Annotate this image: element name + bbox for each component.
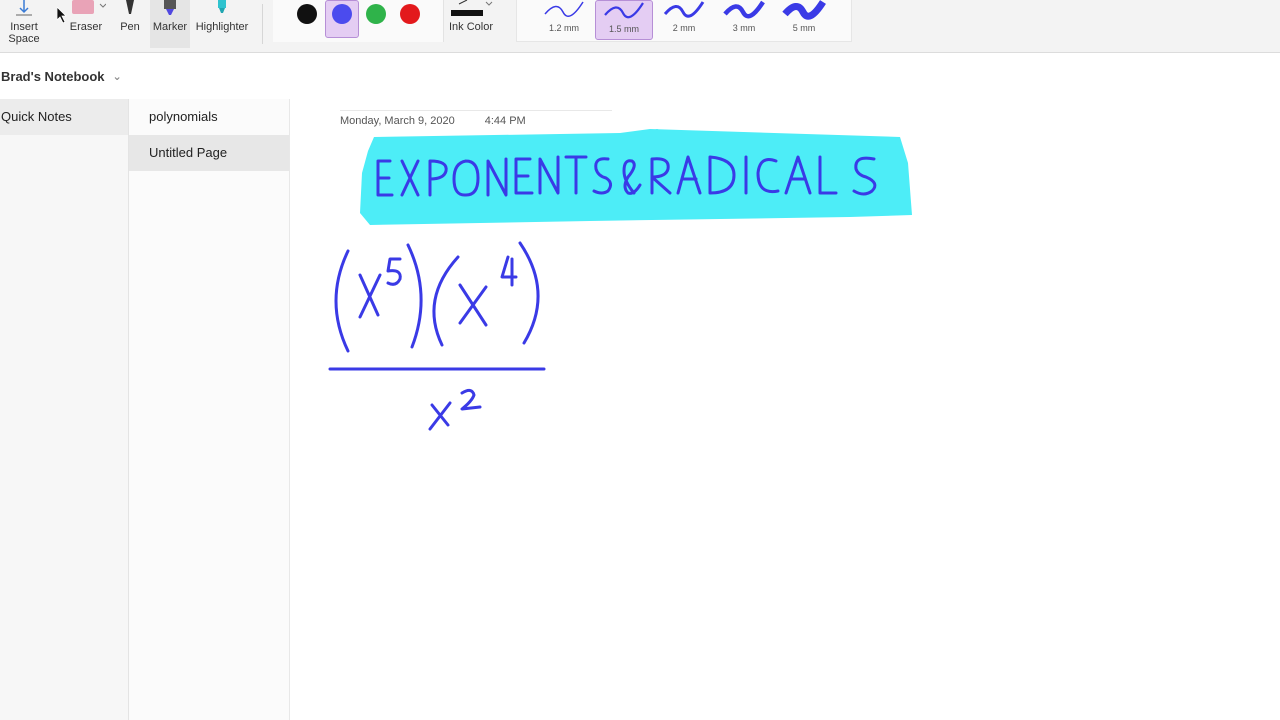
page-item-polynomials[interactable]: polynomials	[129, 99, 289, 135]
size-option-2mm[interactable]: 2 mm	[655, 0, 713, 40]
ink-color-icon	[451, 0, 493, 16]
highlighter-label: Highlighter	[195, 21, 249, 33]
insert-space-label: Insert Space	[8, 21, 40, 45]
section-item-quick-notes[interactable]: Quick Notes	[0, 99, 128, 135]
ink-color-tool[interactable]: Ink Color	[448, 0, 494, 48]
stroke-sample-icon	[663, 1, 705, 18]
ribbon-toolbar: Insert Space Eraser Pen Marker Highlight…	[0, 0, 1280, 53]
highlighter-tool[interactable]: Highlighter	[193, 0, 251, 48]
ink-drawing-layer	[328, 129, 912, 431]
size-label: 2 mm	[672, 23, 696, 33]
color-swatch-green[interactable]	[366, 4, 386, 24]
pen-tool[interactable]: Pen	[114, 0, 146, 48]
pen-size-picker: 1.2 mm 1.5 mm 2 mm 3 mm 5 mm	[516, 0, 852, 42]
color-swatch-black[interactable]	[297, 4, 317, 24]
toolbar-divider	[262, 4, 263, 44]
marker-label: Marker	[152, 21, 188, 33]
note-canvas[interactable]: Monday, March 9, 2020 4:44 PM	[290, 53, 1280, 720]
notebook-selector[interactable]: Brad's Notebook ⌄	[0, 62, 288, 90]
stroke-sample-icon	[723, 0, 765, 19]
pen-icon	[126, 0, 134, 14]
page-item-untitled-page[interactable]: Untitled Page	[129, 135, 289, 171]
size-option-3mm[interactable]: 3 mm	[715, 0, 773, 40]
stroke-sample-icon	[544, 1, 584, 17]
size-label: 1.5 mm	[608, 24, 639, 34]
marker-tool[interactable]: Marker	[150, 0, 190, 48]
page-list: polynomials Untitled Page	[129, 99, 290, 720]
size-label: 3 mm	[732, 23, 756, 33]
marker-icon	[164, 0, 176, 15]
color-swatch-blue[interactable]	[332, 4, 352, 24]
eraser-label: Eraser	[69, 21, 103, 33]
eraser-tool[interactable]: Eraser	[64, 0, 108, 48]
size-option-5mm[interactable]: 5 mm	[775, 0, 833, 40]
color-swatches	[273, 0, 444, 42]
stroke-sample-icon	[782, 0, 826, 20]
stroke-sample-icon	[604, 2, 644, 19]
color-swatch-red[interactable]	[400, 4, 420, 24]
highlighter-icon	[218, 0, 226, 13]
size-option-1-2mm[interactable]: 1.2 mm	[535, 0, 593, 40]
size-label: 5 mm	[792, 23, 816, 33]
chevron-down-icon: ⌄	[112, 70, 122, 83]
ink-expression-x5-x4-over-x2	[328, 241, 546, 431]
size-label: 1.2 mm	[548, 23, 579, 33]
eraser-icon	[72, 0, 106, 14]
mouse-cursor-icon	[57, 7, 67, 23]
insert-space-icon	[16, 0, 32, 16]
pen-label: Pen	[120, 21, 140, 33]
section-list: Quick Notes	[0, 99, 129, 720]
insert-space-tool[interactable]: Insert Space	[0, 0, 48, 48]
ink-color-label: Ink Color	[448, 21, 494, 33]
size-option-1-5mm[interactable]: 1.5 mm	[595, 0, 653, 40]
notebook-name: Brad's Notebook	[1, 68, 105, 84]
